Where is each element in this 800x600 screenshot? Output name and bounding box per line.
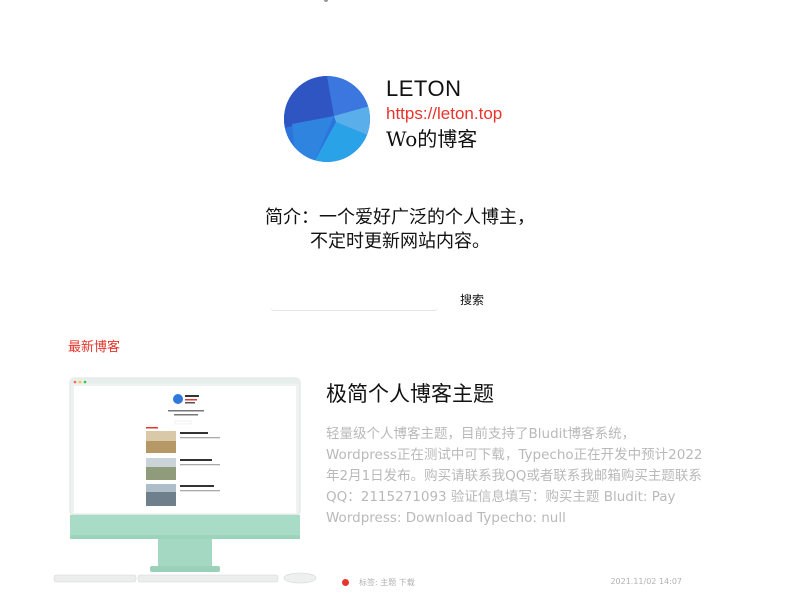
post-date: 2021.11/02 14:07 — [610, 577, 682, 586]
intro-line-1: 简介：一个爱好广泛的个人博主， — [265, 207, 535, 228]
post-excerpt: 轻量级个人博客主题，目前支持了Bludit博客系统，Wordpress正在测试中… — [326, 426, 703, 526]
post-meta: 标签: 主题 下载 2021.11/02 14:07 — [342, 576, 686, 590]
site-url-link[interactable]: https://leton.top — [386, 103, 502, 125]
site-intro: 简介：一个爱好广泛的个人博主， 不定时更新网站内容。 — [0, 206, 800, 254]
search-button[interactable]: 搜索 — [460, 291, 484, 308]
blue-polygon-logo-icon[interactable] — [284, 76, 370, 162]
tag-dot-icon — [342, 579, 349, 586]
intro-line-2: 不定时更新网站内容。 — [310, 231, 490, 252]
imac-screenshot-image[interactable] — [50, 374, 320, 588]
site-name[interactable]: LETON — [386, 76, 502, 102]
site-subtitle: Wo的博客 — [386, 127, 478, 151]
latest-posts-heading: 最新博客 — [68, 340, 121, 355]
post-title[interactable]: 极简个人博客主题 — [326, 378, 494, 408]
top-indicator-dot — [324, 0, 328, 2]
brand-text: LETON https://leton.top Wo的博客 — [386, 76, 502, 152]
search-bar: 搜索 — [270, 287, 510, 313]
site-header: LETON https://leton.top Wo的博客 — [284, 76, 544, 166]
search-input[interactable] — [270, 287, 438, 311]
post-tags[interactable]: 标签: 主题 下载 — [359, 577, 415, 588]
